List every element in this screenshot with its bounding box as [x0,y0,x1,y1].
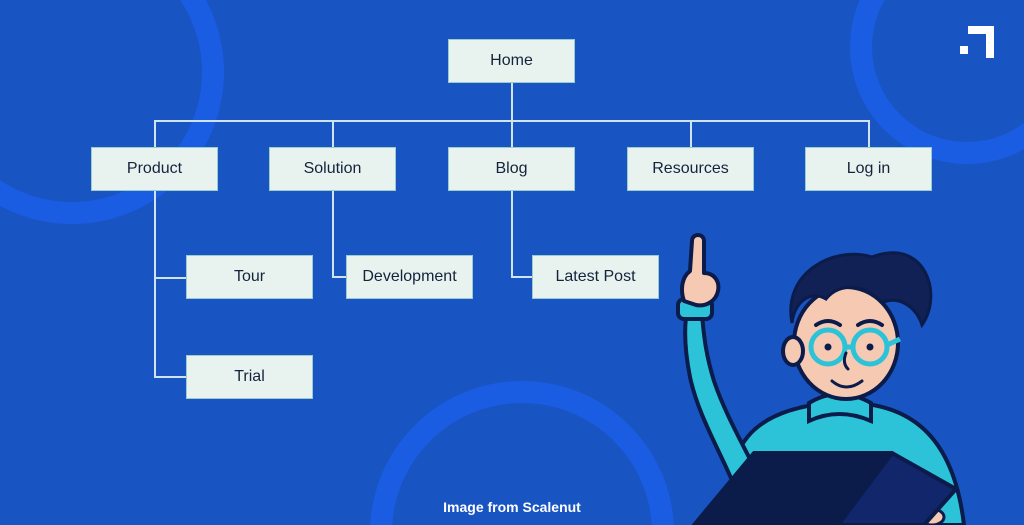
connector [154,120,156,147]
node-label: Tour [234,268,265,286]
node-label: Resources [652,160,728,178]
node-latest-post: Latest Post [532,255,659,299]
connector [332,276,346,278]
node-label: Development [362,268,456,286]
node-solution: Solution [269,147,396,191]
node-home: Home [448,39,575,83]
diagram-canvas: Home Product Solution Blog Resources Log… [0,0,1024,525]
connector [868,120,870,147]
decorative-ring [850,0,1024,164]
node-tour: Tour [186,255,313,299]
node-label: Home [490,52,533,70]
node-label: Product [127,160,182,178]
connector [690,120,692,147]
connector [332,120,334,147]
node-label: Trial [234,368,265,386]
node-development: Development [346,255,473,299]
node-resources: Resources [627,147,754,191]
connector [511,120,513,147]
connector [332,191,334,277]
person-with-laptop-illustration [624,185,994,525]
image-caption: Image from Scalenut [0,499,1024,515]
node-blog: Blog [448,147,575,191]
connector [154,376,186,378]
node-login: Log in [805,147,932,191]
node-trial: Trial [186,355,313,399]
node-label: Solution [304,160,362,178]
node-label: Latest Post [555,268,635,286]
connector [154,277,186,279]
connector [154,191,156,377]
connector [511,83,513,120]
scalenut-logo-icon [960,26,994,58]
node-label: Log in [847,160,891,178]
connector [511,191,513,277]
node-label: Blog [495,160,527,178]
node-product: Product [91,147,218,191]
connector [511,276,532,278]
